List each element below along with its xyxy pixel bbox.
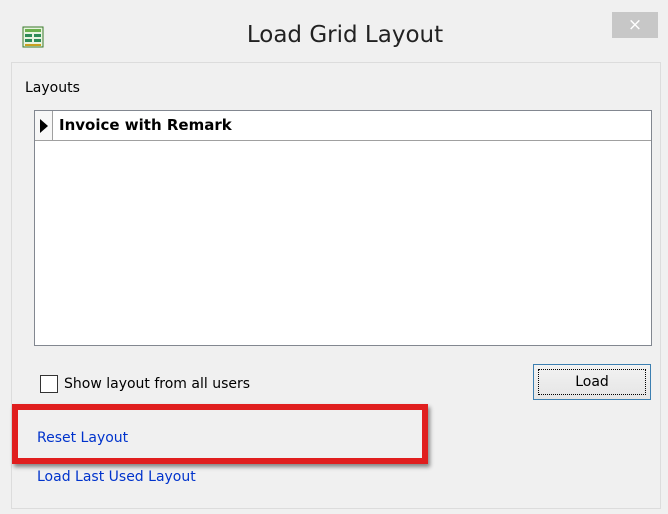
load-last-used-layout-link[interactable]: Load Last Used Layout [37, 469, 196, 485]
load-button[interactable]: Load [533, 364, 651, 400]
highlight-annotation-box [12, 404, 428, 464]
close-icon: × [627, 15, 643, 35]
show-all-users-option[interactable]: Show layout from all users [40, 374, 250, 394]
show-all-users-checkbox[interactable] [40, 375, 58, 393]
row-selector[interactable] [35, 111, 53, 140]
layouts-label: Layouts [25, 80, 80, 96]
layouts-grid[interactable]: Invoice with Remark [34, 110, 652, 346]
table-row[interactable]: Invoice with Remark [35, 111, 651, 141]
load-grid-layout-dialog: Load Grid Layout × Layouts Invoice with … [0, 0, 668, 514]
close-button[interactable]: × [612, 12, 658, 38]
focus-rectangle [538, 369, 646, 395]
layout-name-cell[interactable]: Invoice with Remark [59, 116, 232, 134]
window-title: Load Grid Layout [246, 22, 444, 48]
grid-app-icon [22, 26, 44, 48]
show-all-users-label[interactable]: Show layout from all users [64, 376, 250, 392]
row-pointer-icon [40, 119, 48, 133]
